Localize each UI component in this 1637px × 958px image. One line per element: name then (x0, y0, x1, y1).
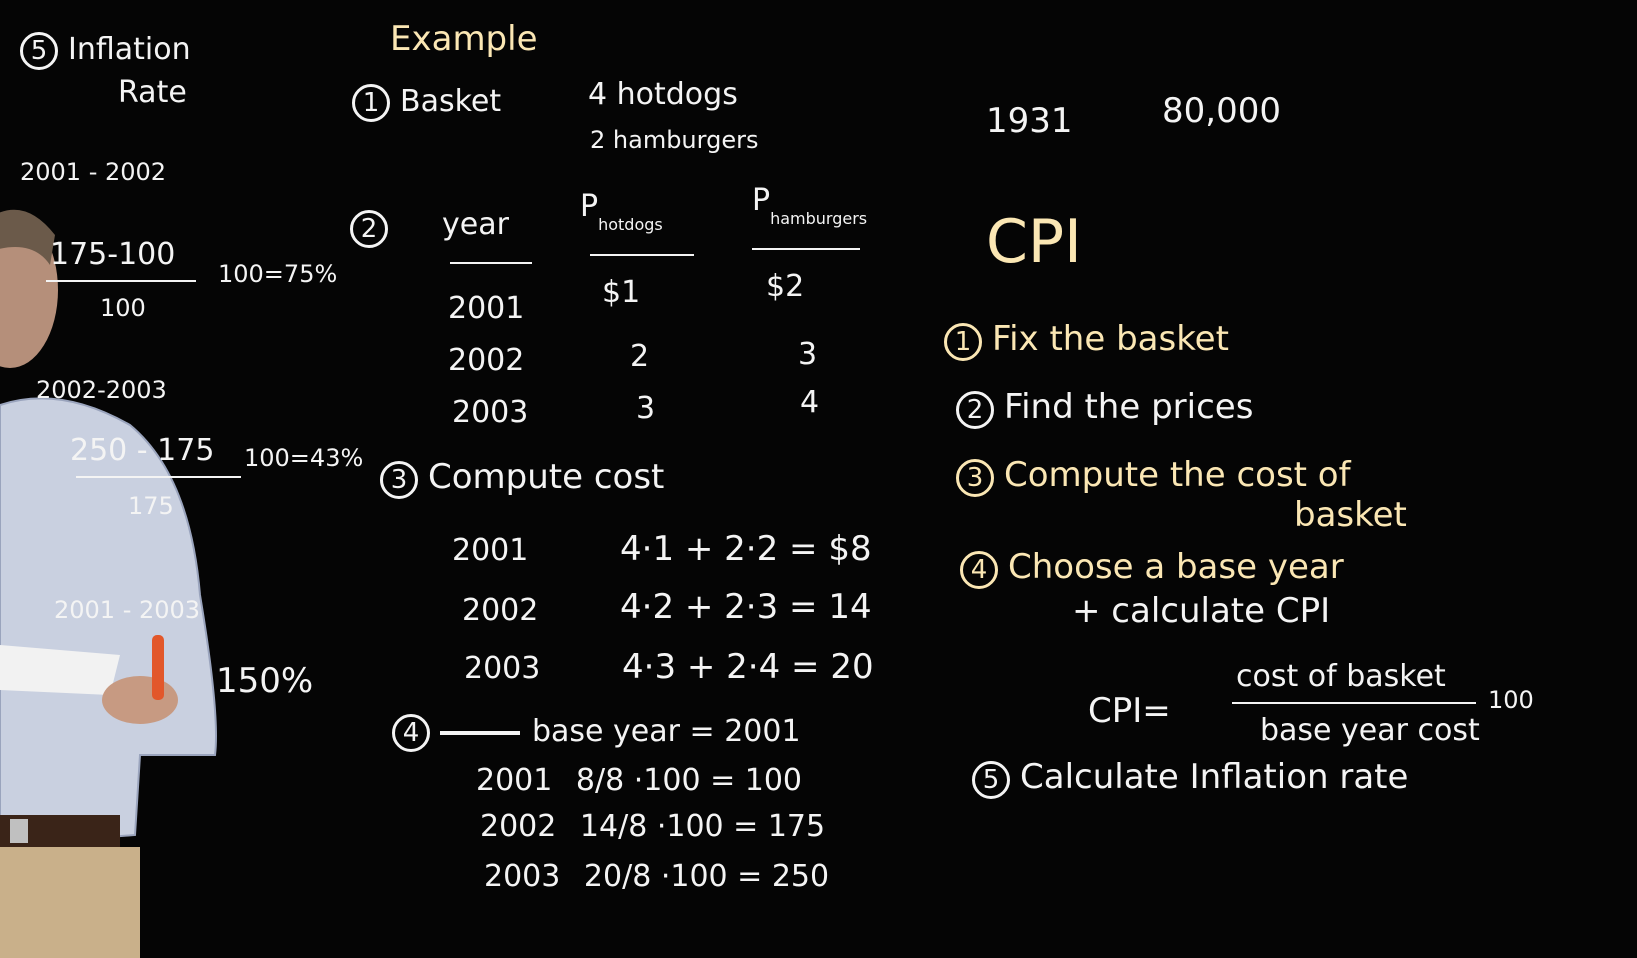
formula-denominator: base year cost (1260, 713, 1480, 748)
row-year: 2003 (452, 395, 529, 430)
row-year: 2002 (448, 343, 525, 378)
amount-80000: 80,000 (1162, 91, 1281, 131)
cost-year: 2001 (452, 533, 529, 568)
cpi-step: 3 Compute the cost of (956, 458, 1351, 497)
cost-expression: 4·3 + 2·4 = 20 (622, 647, 874, 687)
cpi-row: 2003 20/8 ·100 = 250 (484, 859, 830, 894)
row-hamburger-price: 4 (800, 385, 820, 420)
row-hotdog-price: $1 (602, 275, 641, 310)
p1-numerator: 175-100 (50, 237, 176, 272)
row-hamburger-price: $2 (766, 269, 805, 304)
cpi-step: 5 Calculate Inflation rate (972, 760, 1408, 799)
year-1931: 1931 (986, 101, 1073, 141)
step4-base-year: 4 base year = 2001 (392, 714, 801, 752)
period-2001-2002: 2001 - 2002 (20, 158, 167, 186)
formula-numerator: cost of basket (1236, 659, 1446, 694)
cost-expression: 4·1 + 2·2 = $8 (620, 529, 872, 569)
formula-multiplier: 100 (1488, 686, 1534, 714)
p1-result: 100=75% (218, 260, 338, 288)
row-hamburger-price: 3 (798, 337, 818, 372)
inflation-heading-line2: Rate (118, 75, 187, 110)
cpi-step: 1 Fix the basket (944, 322, 1229, 361)
period-2001-2003: 2001 - 2003 (54, 596, 201, 624)
cpi-step: 2 Find the prices (956, 390, 1253, 429)
col-hamburger-price-header: Phamburgers (752, 183, 868, 228)
cost-year: 2003 (464, 651, 541, 686)
cpi-step-cont: + calculate CPI (1072, 591, 1331, 631)
cost-year: 2002 (462, 593, 539, 628)
cpi-row: 2001 8/8 ·100 = 100 (476, 763, 803, 798)
cpi-step: 4 Choose a base year (960, 550, 1344, 589)
p2-denominator: 175 (128, 492, 174, 520)
col-year-header: year (442, 207, 509, 242)
inflation-heading: 5 Inflation (20, 32, 191, 70)
row-hotdog-price: 3 (636, 391, 656, 426)
basket-hamburgers: 2 hamburgers (590, 126, 759, 154)
p2-result: 100=43% (244, 444, 364, 472)
step3-compute-cost: 3 Compute cost (380, 460, 664, 499)
p3-result: 150% (216, 661, 314, 701)
cpi-title: CPI (986, 207, 1082, 277)
step1-basket: 1 Basket (352, 84, 501, 122)
p2-numerator: 250 - 175 (70, 433, 215, 468)
lightboard: 5 Inflation Rate 2001 - 2002 175-100 100 … (0, 0, 1637, 958)
step2-number: 2 (350, 210, 398, 248)
formula-lhs: CPI= (1088, 691, 1171, 731)
basket-hotdogs: 4 hotdogs (588, 77, 738, 112)
cpi-step-cont: basket (1294, 495, 1407, 535)
p1-denominator: 100 (100, 294, 146, 322)
example-title: Example (390, 19, 538, 59)
period-2002-2003: 2002-2003 (36, 376, 167, 404)
row-hotdog-price: 2 (630, 339, 650, 374)
row-year: 2001 (448, 291, 525, 326)
col-hotdog-price-header: Photdogs (580, 189, 663, 234)
cpi-row: 2002 14/8 ·100 = 175 (480, 809, 826, 844)
cost-expression: 4·2 + 2·3 = 14 (620, 587, 872, 627)
